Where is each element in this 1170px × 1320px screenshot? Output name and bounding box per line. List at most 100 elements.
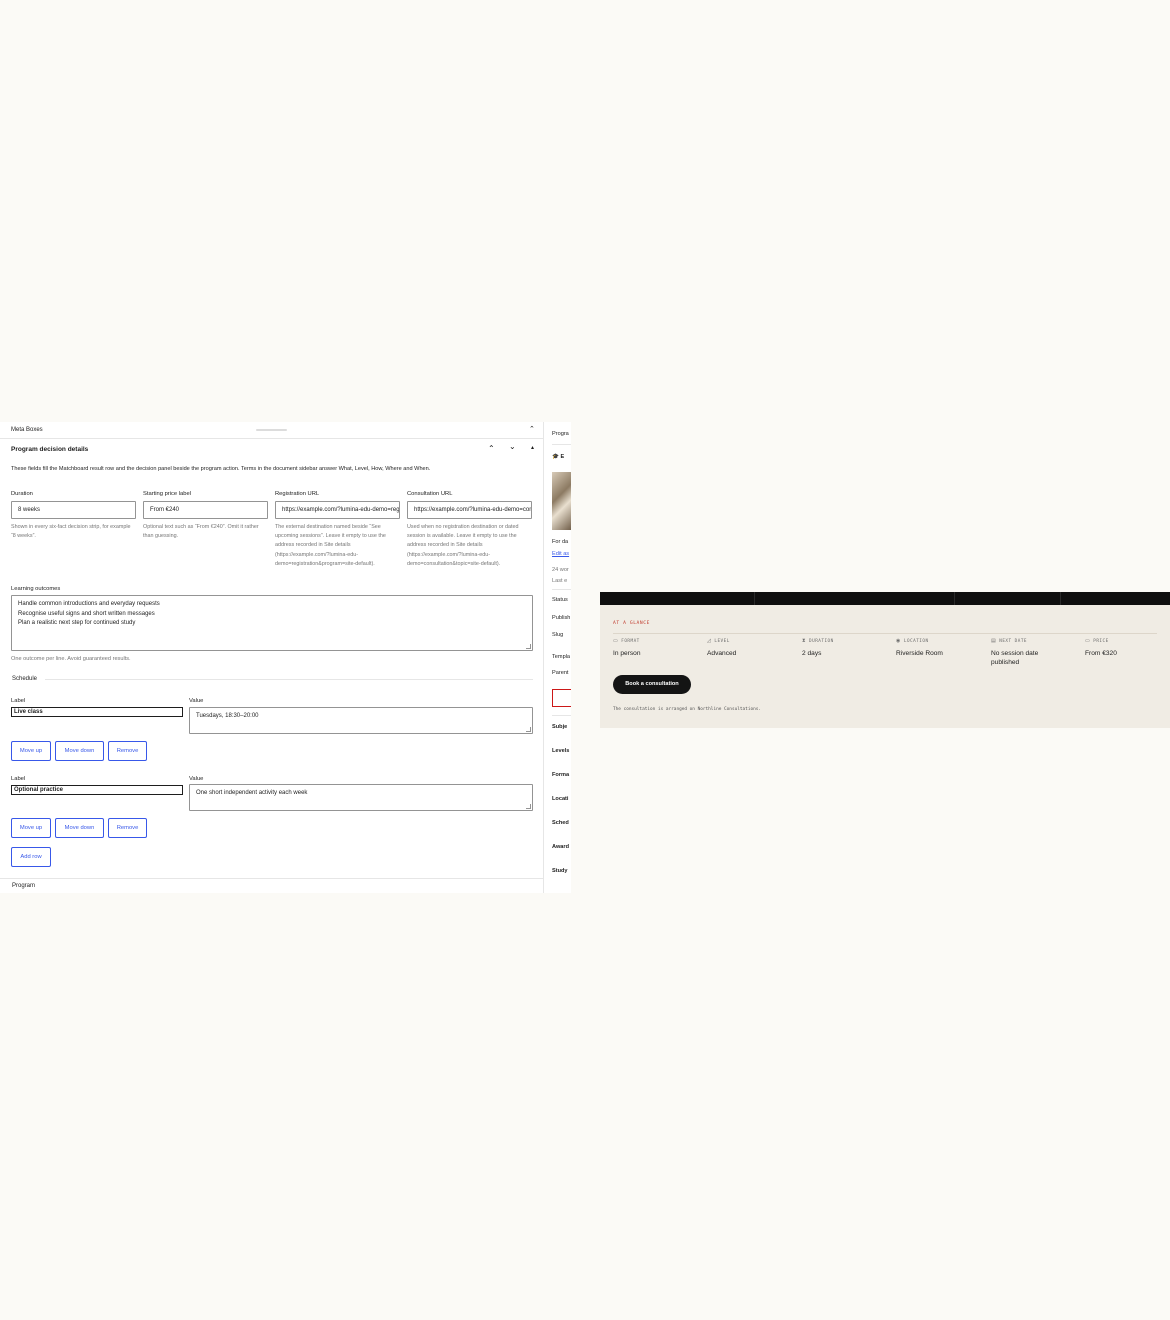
featured-image[interactable]: [552, 472, 571, 530]
field-help: Used when no registration destination or…: [407, 524, 519, 567]
field-label: Duration: [11, 491, 33, 497]
sidebar-tab-program[interactable]: Progra: [552, 431, 569, 437]
schedule-row-1-move-up-button[interactable]: Move up: [11, 741, 51, 761]
starting-price-field: Starting price label From €240 Optional …: [143, 491, 268, 541]
glance-item-price: ▭ PRICE From €320: [1085, 639, 1170, 659]
program-decision-panel-header[interactable]: Program decision details ⌃ ⌄ ▴: [0, 439, 543, 461]
sidebar-block-card[interactable]: 🎓 E: [552, 454, 564, 460]
sidebar-panel-levels[interactable]: Levels: [552, 748, 569, 754]
document-sidebar: Progra 🎓 E For da Edit as 24 wor Last e …: [543, 422, 571, 893]
learning-outcomes-textarea[interactable]: Handle common introductions and everyday…: [11, 595, 533, 651]
glance-value: From €320: [1085, 650, 1117, 657]
schedule-label-title: Label: [11, 776, 26, 782]
schedule-row-2-move-down-button[interactable]: Move down: [55, 818, 104, 838]
schedule-row-2-value: One short independent activity each week: [196, 790, 308, 796]
field-label: Registration URL: [275, 491, 320, 497]
sidebar-word-count: 24 wor: [552, 567, 569, 573]
field-help: The external destination named beside “S…: [275, 524, 386, 567]
sidebar-last-edited: Last e: [552, 578, 568, 584]
textarea-resize-icon[interactable]: [526, 644, 531, 649]
duration-input[interactable]: 8 weeks: [11, 501, 136, 519]
glance-value: No session date published: [991, 650, 1039, 666]
schedule-divider: [45, 679, 533, 680]
sidebar-panel-study[interactable]: Study: [552, 868, 568, 874]
sidebar-panel-schedules[interactable]: Sched: [552, 820, 569, 826]
sidebar-publish[interactable]: Publish: [552, 615, 570, 621]
sidebar-panel-formats[interactable]: Forma: [552, 772, 569, 778]
move-panel-up-icon[interactable]: ⌃: [488, 445, 495, 453]
move-panel-down-icon[interactable]: ⌄: [509, 443, 516, 451]
schedule-row-2-value-input[interactable]: One short independent activity each week: [189, 784, 533, 811]
meta-boxes-header[interactable]: Meta Boxes ⌃: [0, 422, 543, 439]
learning-outcomes-help: One outcome per line. Avoid guaranteed r…: [11, 656, 131, 662]
resize-handle[interactable]: [256, 429, 287, 431]
location-pin-icon: ◉: [896, 638, 901, 644]
schedule-value-title: Value: [189, 776, 204, 782]
sidebar-divider: [552, 444, 571, 445]
sidebar-for-date: For da: [552, 539, 569, 545]
sidebar-panel-awards[interactable]: Award: [552, 844, 569, 850]
glance-value: 2 days: [802, 650, 822, 657]
graduation-cap-icon: 🎓: [552, 454, 559, 460]
schedule-value-title: Value: [189, 698, 204, 704]
collapse-meta-boxes-icon[interactable]: ⌃: [529, 426, 535, 433]
schedule-row-1-move-down-button[interactable]: Move down: [55, 741, 104, 761]
outcome-line: Handle common introductions and everyday…: [18, 601, 160, 607]
editor-meta-panel: Meta Boxes ⌃ Program decision details ⌃ …: [0, 422, 571, 893]
consultation-note: The consultation is arranged on Northlin…: [613, 707, 762, 712]
schedule-label-title: Label: [11, 698, 26, 704]
add-row-button[interactable]: Add row: [11, 847, 51, 867]
breadcrumb-program[interactable]: Program: [12, 883, 35, 889]
glance-value: In person: [613, 650, 641, 657]
duration-field: Duration 8 weeks Shown in every six-fact…: [11, 491, 136, 541]
glance-eyebrow: AT A GLANCE: [613, 621, 651, 626]
outcome-line: Plan a realistic next step for continued…: [18, 620, 136, 626]
calendar-icon: ▤: [991, 638, 997, 644]
glance-key: LOCATION: [903, 639, 929, 644]
glance-item-location: ◉ LOCATION Riverside Room: [896, 639, 986, 659]
schedule-row-2-move-up-button[interactable]: Move up: [11, 818, 51, 838]
schedule-row-1-label-input[interactable]: Live class: [11, 707, 183, 717]
sidebar-danger-button[interactable]: [552, 689, 571, 707]
schedule-row-1-remove-button[interactable]: Remove: [108, 741, 147, 761]
sidebar-template[interactable]: Templa: [552, 654, 570, 660]
sidebar-slug[interactable]: Slug: [552, 632, 563, 638]
monitor-icon: ▭: [613, 638, 619, 644]
glance-item-format: ▭ FORMAT In person: [613, 639, 703, 659]
glance-value: Advanced: [707, 650, 737, 657]
glance-key: PRICE: [1093, 639, 1109, 644]
panel-title: Program decision details: [11, 446, 89, 453]
glance-item-duration: ⧗ DURATION 2 days: [802, 639, 892, 659]
schedule-row-1-value-input[interactable]: Tuesdays, 18:30–20:00: [189, 707, 533, 734]
field-label: Consultation URL: [407, 491, 453, 497]
field-label: Starting price label: [143, 491, 192, 497]
consultation-url-input[interactable]: https://example.com/?lumina-edu-demo=con…: [407, 501, 532, 519]
breadcrumb: Program: [0, 878, 543, 893]
textarea-resize-icon[interactable]: [526, 804, 531, 809]
registration-url-input[interactable]: https://example.com/?lumina-edu-demo=reg…: [275, 501, 400, 519]
sidebar-divider: [552, 715, 571, 716]
starting-price-input[interactable]: From €240: [143, 501, 268, 519]
textarea-resize-icon[interactable]: [526, 727, 531, 732]
field-help: Optional text such as “From €240”. Omit …: [143, 524, 259, 540]
sidebar-parent[interactable]: Parent: [552, 670, 568, 676]
glance-divider: [613, 633, 1157, 634]
schedule-row-2-remove-button[interactable]: Remove: [108, 818, 147, 838]
glance-top-bar: [600, 592, 1170, 605]
field-help: Shown in every six-fact decision strip, …: [11, 524, 131, 540]
sidebar-panel-locations[interactable]: Locati: [552, 796, 568, 802]
learning-outcomes-label: Learning outcomes: [11, 586, 61, 592]
glance-item-level: ◿ LEVEL Advanced: [707, 639, 797, 659]
glance-key: DURATION: [809, 639, 834, 644]
registration-url-field: Registration URL https://example.com/?lu…: [275, 491, 400, 569]
schedule-section: Schedule: [11, 676, 533, 682]
book-consultation-button[interactable]: Book a consultation: [613, 675, 691, 694]
sidebar-status[interactable]: Status: [552, 597, 568, 603]
glance-key: LEVEL: [714, 639, 730, 644]
panel-description: These fields fill the Matchboard result …: [11, 466, 431, 472]
sidebar-panel-subjects[interactable]: Subje: [552, 724, 567, 730]
hourglass-icon: ⧗: [802, 638, 807, 644]
schedule-row-2-label-input[interactable]: Optional practice: [11, 785, 183, 795]
sidebar-edit-link[interactable]: Edit as: [552, 551, 569, 557]
toggle-panel-icon[interactable]: ▴: [531, 445, 534, 451]
